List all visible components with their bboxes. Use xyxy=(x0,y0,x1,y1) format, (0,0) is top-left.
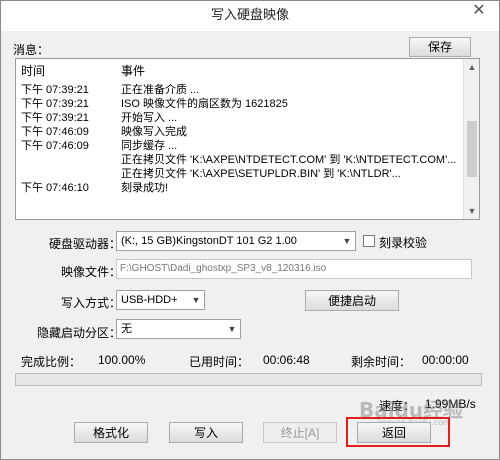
window-title: 写入硬盘映像 xyxy=(210,7,289,22)
log-event: 刻录成功! xyxy=(121,182,169,194)
chevron-down-icon: ▼ xyxy=(191,295,201,305)
log-time: 下午 07:46:10 xyxy=(21,182,89,194)
save-button[interactable]: 保存 xyxy=(409,37,471,57)
list-item: 下午 07:46:09 同步缓存 ... xyxy=(16,137,464,152)
scroll-up-icon[interactable]: ▲ xyxy=(464,59,479,75)
drive-select[interactable]: (K:, 15 GB)KingstonDT 101 G2 1.00 ▼ xyxy=(116,231,356,251)
image-file-label: 映像文件： xyxy=(61,265,122,279)
messages-label: 消息： xyxy=(13,43,50,57)
write-mode-select[interactable]: USB-HDD+ ▼ xyxy=(116,290,205,310)
list-item: 下午 07:46:09 映像写入完成 xyxy=(16,123,464,138)
verify-label: 刻录校验 xyxy=(379,236,428,250)
progress-bar xyxy=(15,373,482,386)
quick-boot-button[interactable]: 便捷启动 xyxy=(305,290,399,311)
drive-select-value: (K:, 15 GB)KingstonDT 101 G2 1.00 xyxy=(121,235,297,247)
title-bar: 写入硬盘映像 ✕ xyxy=(1,1,499,31)
highlight-box xyxy=(346,417,450,447)
write-mode-value: USB-HDD+ xyxy=(121,294,178,306)
column-header-event: 事件 xyxy=(121,64,146,78)
complete-ratio-label: 完成比例： xyxy=(21,355,82,369)
elapsed-time-value: 00:06:48 xyxy=(263,353,310,367)
write-button[interactable]: 写入 xyxy=(169,422,243,443)
chevron-down-icon: ▼ xyxy=(227,324,237,334)
list-item: 下午 07:39:21 ISO 映像文件的扇区数为 1621825 xyxy=(16,95,464,110)
format-button[interactable]: 格式化 xyxy=(74,422,148,443)
list-item: 正在拷贝文件 'K:\AXPE\NTDETECT.COM' 到 'K:\NTDE… xyxy=(16,151,464,166)
close-icon[interactable]: ✕ xyxy=(459,1,499,23)
scroll-down-icon[interactable]: ▼ xyxy=(464,203,479,219)
chevron-down-icon: ▼ xyxy=(342,236,352,246)
write-disk-image-dialog: 写入硬盘映像 ✕ 消息： 保存 时间 事件 下午 07:39:21 正在准备介质 … xyxy=(0,0,500,460)
progress-fill xyxy=(16,374,481,385)
list-item: 下午 07:46:10 刻录成功! xyxy=(16,179,464,194)
complete-ratio-value: 100.00% xyxy=(98,353,146,367)
remaining-time-label: 剩余时间： xyxy=(351,355,412,369)
hidden-partition-value: 无 xyxy=(121,323,132,335)
hidden-partition-select[interactable]: 无 ▼ xyxy=(116,319,241,339)
image-file-field[interactable]: F:\GHOST\Dadi_ghostxp_SP3_v8_120316.iso xyxy=(116,259,472,279)
verify-checkbox[interactable] xyxy=(363,235,375,247)
hidden-partition-label: 隐藏启动分区： xyxy=(37,326,122,340)
list-item: 正在拷贝文件 'K:\AXPE\SETUPLDR.BIN' 到 'K:\NTLD… xyxy=(16,165,464,180)
drive-label: 硬盘驱动器： xyxy=(49,237,122,251)
list-item: 下午 07:39:21 开始写入 ... xyxy=(16,109,464,124)
column-header-time: 时间 xyxy=(21,64,46,78)
message-log-header: 时间 事件 xyxy=(16,59,464,78)
scrollbar-thumb[interactable] xyxy=(467,121,477,177)
remaining-time-value: 00:00:00 xyxy=(422,353,469,367)
message-log[interactable]: 时间 事件 下午 07:39:21 正在准备介质 ... 下午 07:39:21 I… xyxy=(15,58,480,220)
list-item: 下午 07:39:21 正在准备介质 ... xyxy=(16,81,464,96)
vertical-scrollbar[interactable]: ▲ ▼ xyxy=(463,59,479,219)
write-mode-label: 写入方式： xyxy=(61,296,122,310)
abort-button[interactable]: 终止[A] xyxy=(263,422,337,443)
elapsed-time-label: 已用时间： xyxy=(189,355,250,369)
